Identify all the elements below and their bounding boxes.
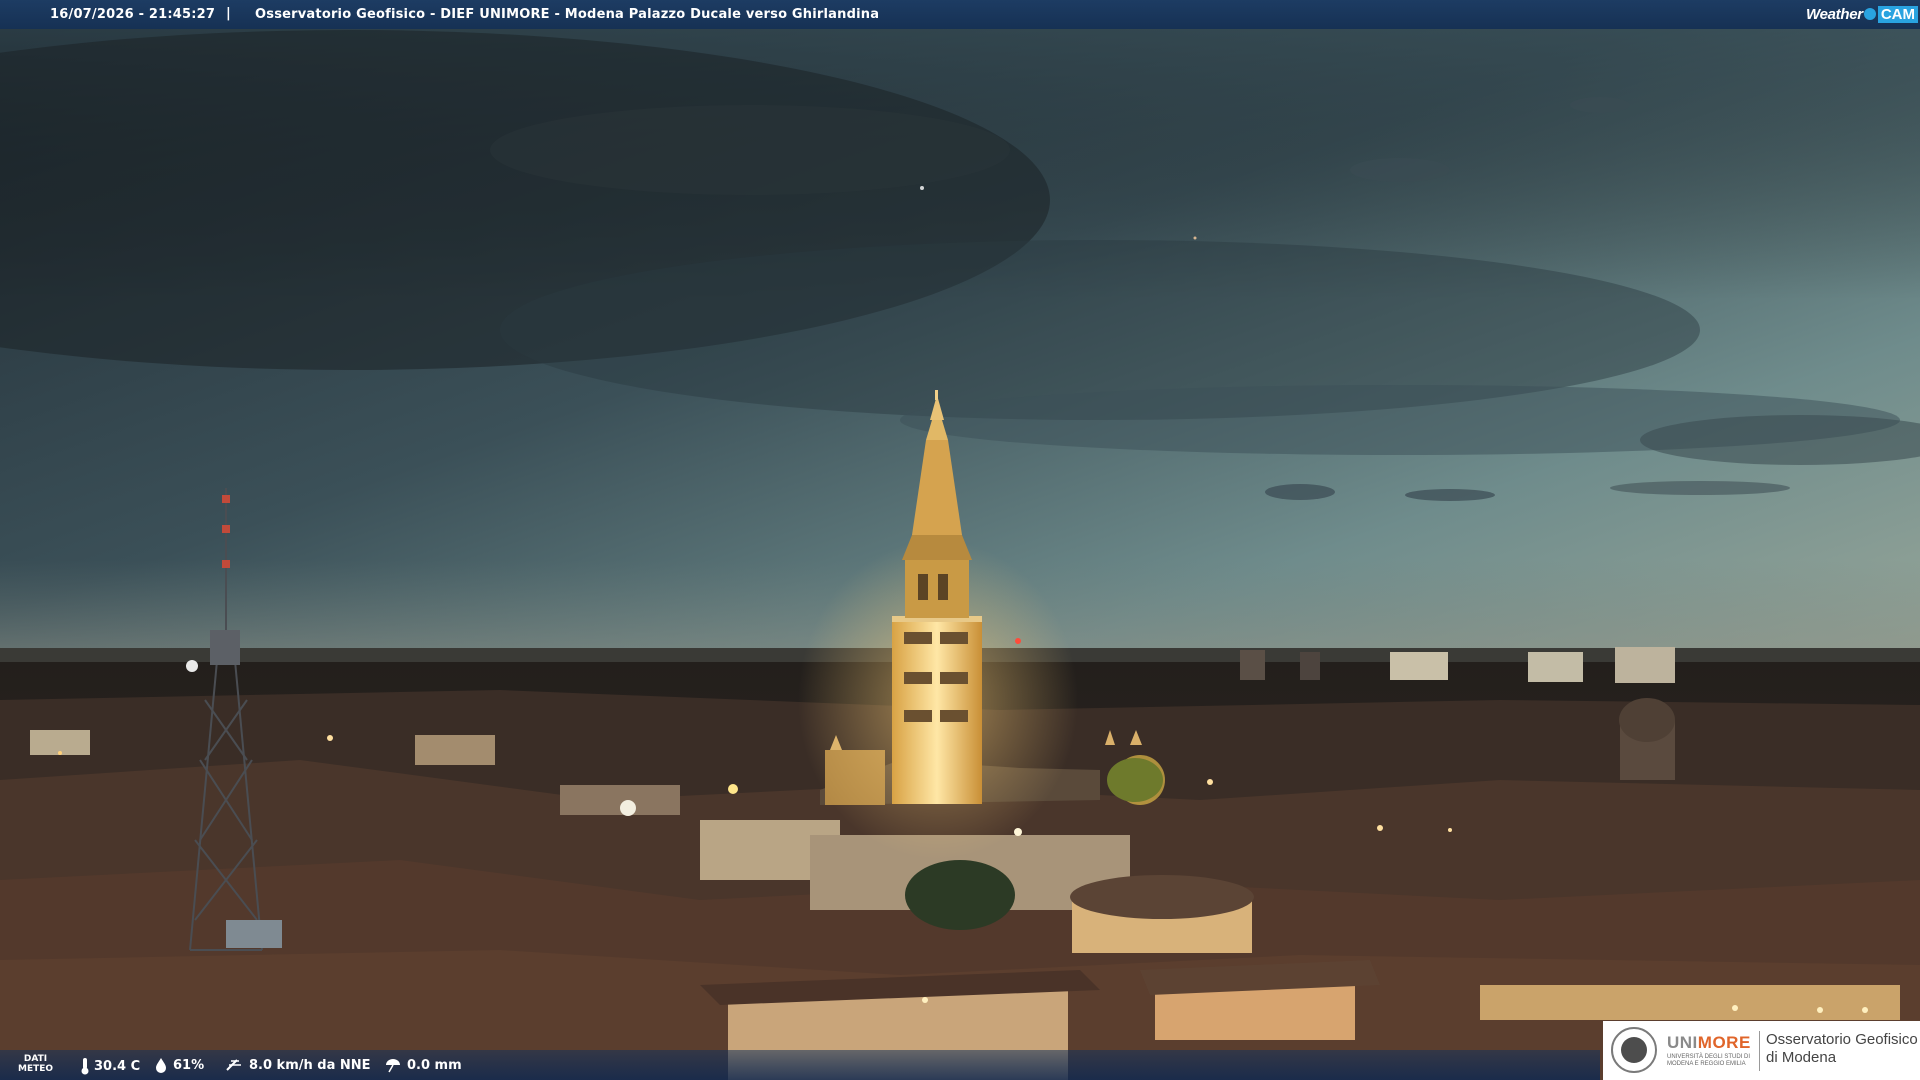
wind-reading: 8.0 km/h da NNE (225, 1057, 371, 1073)
brand-weather-text: Weather (1806, 5, 1863, 23)
rain-reading: 0.0 mm (383, 1057, 462, 1073)
rain-value: 0.0 mm (407, 1057, 462, 1073)
top-caption-bar: 16/07/2026 - 21:45:27 | Osservatorio Geo… (0, 0, 1920, 29)
unimore-wordmark: UNIMORE (1667, 1033, 1751, 1053)
observatory-logo-box: UNIMORE UNIVERSITÀ DEGLI STUDI DI MODENA… (1603, 1021, 1920, 1080)
humidity-reading: 61% (153, 1057, 204, 1073)
meteo-data-bar: DATI METEO 30.4 C 61% 8.0 km/h da NNE 0.… (0, 1050, 1600, 1080)
weathercam-logo: Weather CAM (1806, 3, 1918, 25)
observatory-name: Osservatorio Geofisico di Modena (1766, 1031, 1918, 1067)
meteo-label-line2: METEO (18, 1064, 54, 1074)
rain-gauge-icon (383, 1057, 403, 1073)
meteo-label: DATI METEO (18, 1054, 53, 1074)
brand-cam-text: CAM (1877, 5, 1918, 23)
unimore-more: MORE (1697, 1033, 1751, 1052)
university-seal-icon (1611, 1027, 1657, 1073)
timestamp: 16/07/2026 - 21:45:27 (50, 7, 216, 22)
camera-title: Osservatorio Geofisico - DIEF UNIMORE - … (255, 7, 880, 22)
temperature-reading: 30.4 C (80, 1057, 140, 1075)
caption-separator: | (226, 6, 231, 21)
observatory-name-line1: Osservatorio Geofisico (1766, 1031, 1918, 1048)
thermometer-icon (80, 1057, 90, 1075)
droplet-icon (153, 1057, 169, 1073)
humidity-value: 61% (173, 1057, 205, 1073)
logo-divider (1759, 1031, 1760, 1071)
observatory-name-line2: di Modena (1766, 1049, 1837, 1066)
unimore-subtitle: UNIVERSITÀ DEGLI STUDI DI MODENA E REGGI… (1667, 1054, 1751, 1067)
wind-value: 8.0 km/h da NNE (249, 1057, 371, 1073)
temperature-value: 30.4 C (94, 1058, 141, 1074)
webcam-scene (0, 0, 1920, 1080)
globe-icon (1863, 8, 1876, 20)
wind-icon (225, 1057, 245, 1073)
meteo-label-line1: DATI (23, 1054, 48, 1064)
unimore-uni: UNI (1667, 1033, 1698, 1052)
